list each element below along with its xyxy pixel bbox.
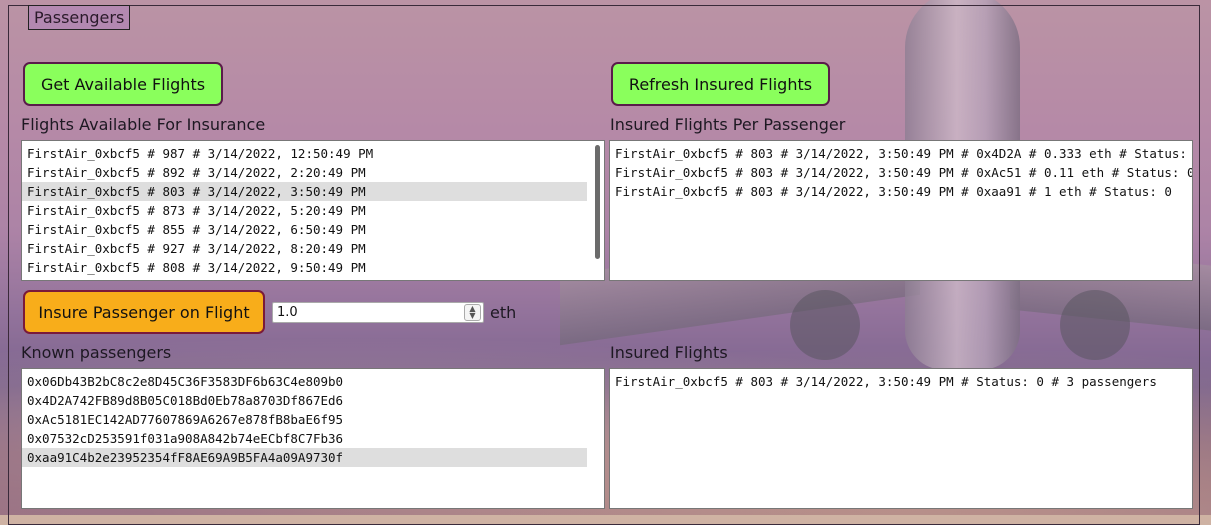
list-item[interactable]: FirstAir_0xbcf5 # 808 # 3/14/2022, 9:50:… bbox=[22, 258, 587, 277]
list-item[interactable]: FirstAir_0xbcf5 # 927 # 3/14/2022, 8:20:… bbox=[22, 239, 587, 258]
list-item[interactable]: FirstAir_0xbcf5 # 873 # 3/14/2022, 5:20:… bbox=[22, 201, 587, 220]
available-flights-listbox[interactable]: FirstAir_0xbcf5 # 987 # 3/14/2022, 12:50… bbox=[21, 140, 605, 281]
amount-unit-label: eth bbox=[490, 303, 517, 322]
insured-flights-listbox[interactable]: FirstAir_0xbcf5 # 803 # 3/14/2022, 3:50:… bbox=[609, 368, 1193, 509]
amount-spinner[interactable]: ▲ ▼ bbox=[464, 304, 481, 321]
listbox-scrollbar-thumb[interactable] bbox=[595, 145, 600, 259]
panel-legend: Passengers bbox=[28, 5, 131, 30]
list-item[interactable]: FirstAir_0xbcf5 # 892 # 3/14/2022, 2:20:… bbox=[22, 163, 587, 182]
insured-per-passenger-listbox[interactable]: FirstAir_0xbcf5 # 803 # 3/14/2022, 3:50:… bbox=[609, 140, 1193, 281]
list-item[interactable]: 0x06Db43B2bC8c2e8D45C36F3583DF6b63C4e809… bbox=[22, 372, 587, 391]
insured-flights-label: Insured Flights bbox=[610, 343, 728, 362]
list-item[interactable]: FirstAir_0xbcf5 # 987 # 3/14/2022, 12:50… bbox=[22, 144, 587, 163]
known-passengers-listbox[interactable]: 0x06Db43B2bC8c2e8D45C36F3583DF6b63C4e809… bbox=[21, 368, 605, 509]
list-item[interactable]: FirstAir_0xbcf5 # 803 # 3/14/2022, 3:50:… bbox=[610, 144, 1192, 163]
list-item[interactable]: FirstAir_0xbcf5 # 803 # 3/14/2022, 3:50:… bbox=[610, 163, 1192, 182]
list-item[interactable]: 0xAc5181EC142AD77607869A6267e878fB8baE6f… bbox=[22, 410, 587, 429]
known-passengers-label: Known passengers bbox=[21, 343, 172, 362]
insure-passenger-button[interactable]: Insure Passenger on Flight bbox=[23, 290, 265, 334]
list-item[interactable]: FirstAir_0xbcf5 # 803 # 3/14/2022, 3:50:… bbox=[22, 182, 587, 201]
list-item[interactable]: 0x07532cD253591f031a908A842b74eECbf8C7Fb… bbox=[22, 429, 587, 448]
list-item[interactable]: 0xaa91C4b2e23952354fF8AE69A9B5FA4a09A973… bbox=[22, 448, 587, 467]
list-item[interactable]: FirstAir_0xbcf5 # 803 # 3/14/2022, 3:50:… bbox=[610, 182, 1192, 201]
list-item[interactable]: 0x4D2A742FB89d8B05C018Bd0Eb78a8703Df867E… bbox=[22, 391, 587, 410]
available-flights-label: Flights Available For Insurance bbox=[21, 115, 266, 134]
insured-per-passenger-label: Insured Flights Per Passenger bbox=[610, 115, 846, 134]
amount-input[interactable] bbox=[272, 302, 484, 323]
refresh-insured-flights-button[interactable]: Refresh Insured Flights bbox=[611, 62, 830, 106]
get-available-flights-button[interactable]: Get Available Flights bbox=[23, 62, 223, 106]
list-item[interactable]: FirstAir_0xbcf5 # 803 # 3/14/2022, 3:50:… bbox=[610, 372, 1192, 391]
list-item[interactable]: FirstAir_0xbcf5 # 855 # 3/14/2022, 6:50:… bbox=[22, 220, 587, 239]
